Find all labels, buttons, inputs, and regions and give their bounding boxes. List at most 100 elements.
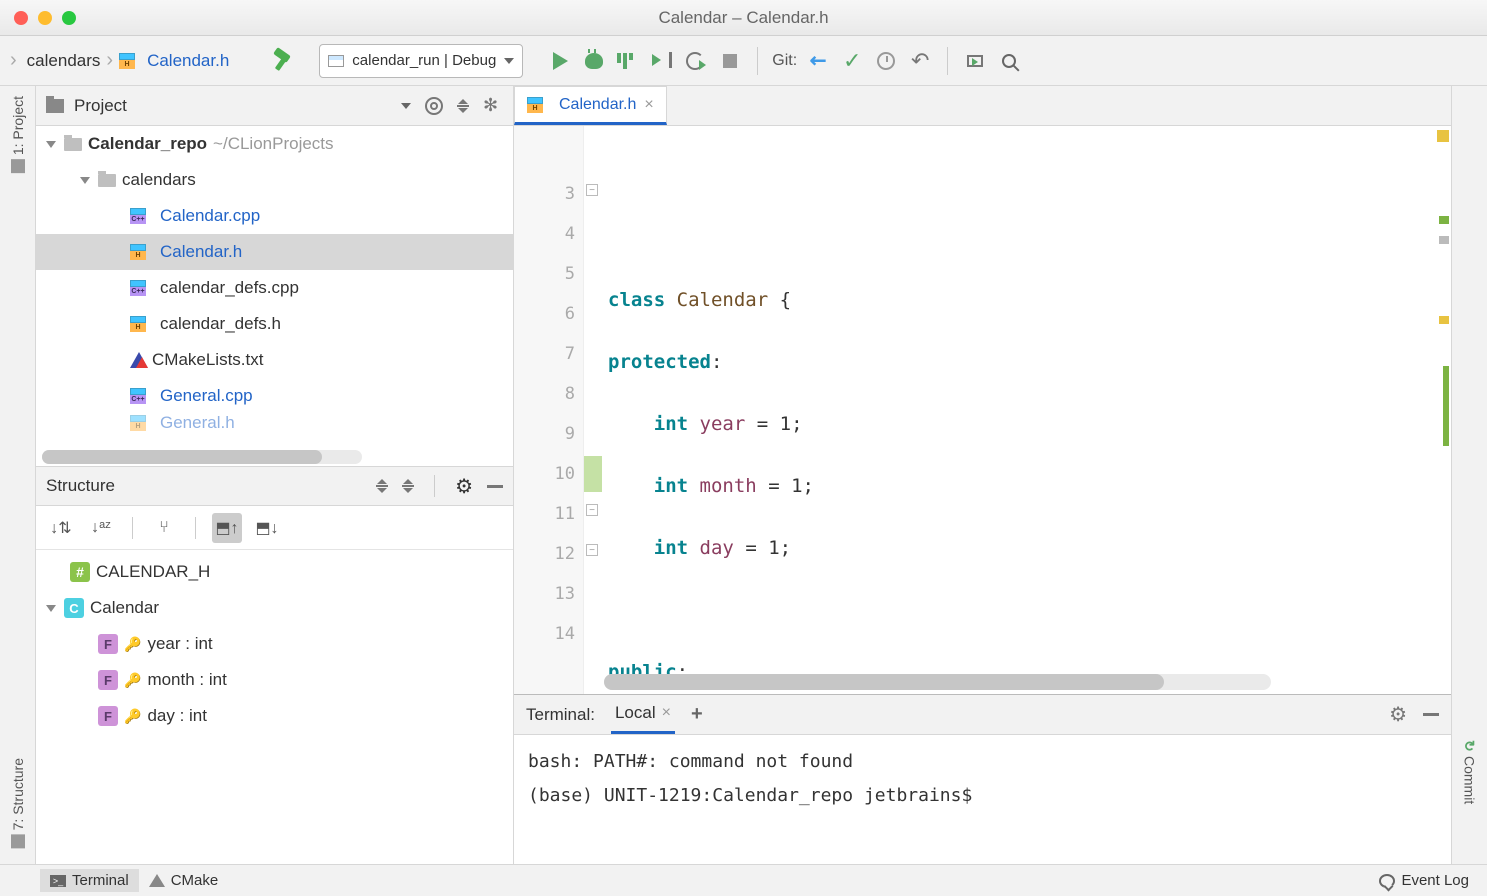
- tree-file[interactable]: H calendar_defs.h: [36, 306, 513, 342]
- terminal-tab[interactable]: Local ×: [611, 695, 675, 734]
- sort-by-visibility-button[interactable]: ↓⇅: [46, 513, 76, 543]
- play-icon: [553, 52, 568, 70]
- rail-structure-label: 7: Structure: [10, 758, 26, 830]
- structure-field[interactable]: F 🔑 day : int: [36, 698, 513, 734]
- structure-field[interactable]: F 🔑 year : int: [36, 626, 513, 662]
- status-cmake-tab[interactable]: CMake: [139, 869, 229, 892]
- tree-file[interactable]: C++ calendar_defs.cpp: [36, 270, 513, 306]
- structure-tool-button[interactable]: 7: Structure: [10, 758, 26, 848]
- breadcrumb-file[interactable]: Calendar.h: [147, 51, 229, 71]
- fold-toggle[interactable]: −: [586, 544, 598, 556]
- h-file-icon: H: [527, 97, 549, 113]
- expand-icon[interactable]: [80, 177, 90, 184]
- project-panel-title[interactable]: Project: [74, 96, 391, 116]
- terminal-icon: >_: [50, 875, 66, 887]
- window-title: Calendar – Calendar.h: [0, 8, 1487, 28]
- git-history-button[interactable]: [873, 48, 899, 74]
- tree-root[interactable]: Calendar_repo ~/CLionProjects: [36, 126, 513, 162]
- run-coverage-button[interactable]: [615, 48, 641, 74]
- run-with-button[interactable]: [683, 48, 709, 74]
- editor-tab[interactable]: H Calendar.h ×: [514, 86, 667, 125]
- select-opened-file-button[interactable]: [425, 97, 443, 115]
- stop-button[interactable]: [717, 48, 743, 74]
- status-bar: >_ Terminal CMake Event Log: [0, 864, 1487, 896]
- commit-tool-button[interactable]: ↻ Commit: [1462, 740, 1478, 804]
- event-log-button[interactable]: Event Log: [1379, 872, 1479, 889]
- hide-terminal-button[interactable]: [1423, 713, 1439, 716]
- editor-scrollbar[interactable]: [604, 674, 1271, 690]
- expand-icon[interactable]: [46, 605, 56, 612]
- code-content[interactable]: class Calendar { protected: int year = 1…: [608, 126, 1435, 694]
- fold-toggle[interactable]: −: [586, 184, 598, 196]
- warning-marker[interactable]: [1437, 130, 1449, 142]
- tree-file-selected[interactable]: H Calendar.h: [36, 234, 513, 270]
- terminal-output[interactable]: bash: PATH#: command not found (base) UN…: [514, 735, 1451, 864]
- show-inherited-button[interactable]: ⑂: [149, 513, 179, 543]
- autoscroll-from-icon: ⬒↓: [255, 518, 278, 538]
- tree-file[interactable]: C++ Calendar.cpp: [36, 198, 513, 234]
- git-update-button[interactable]: ↙: [805, 48, 831, 74]
- file-name: Calendar.h: [160, 242, 242, 262]
- search-everywhere-button[interactable]: [996, 48, 1022, 74]
- collapse-all-button[interactable]: [402, 479, 414, 493]
- breadcrumb-project[interactable]: calendars: [27, 51, 101, 71]
- tree-file[interactable]: C++ General.cpp: [36, 378, 513, 414]
- terminal-settings-icon[interactable]: ⚙: [1389, 702, 1407, 727]
- editor[interactable]: 3 4 5 6 7 8 9 10 11 12 13 14 − − − class…: [514, 126, 1451, 694]
- new-terminal-button[interactable]: +: [691, 703, 703, 726]
- status-terminal-tab[interactable]: >_ Terminal: [40, 869, 139, 892]
- sort-alpha-button[interactable]: ↓ᵃᶻ: [86, 513, 116, 543]
- scrollbar-thumb[interactable]: [42, 450, 322, 464]
- terminal-line: bash: PATH#: command not found: [528, 745, 1437, 779]
- profile-button[interactable]: [649, 48, 675, 74]
- marker[interactable]: [1439, 236, 1449, 244]
- breadcrumb[interactable]: calendars › H Calendar.h: [27, 49, 230, 72]
- warning-marker[interactable]: [1439, 316, 1449, 324]
- structure-title[interactable]: Structure: [46, 476, 362, 496]
- collapse-all-button[interactable]: [457, 99, 469, 113]
- hide-button[interactable]: [487, 485, 503, 488]
- main-toolbar: › calendars › H Calendar.h calendar_run …: [0, 36, 1487, 86]
- cmake-status-icon: [149, 874, 165, 887]
- settings-icon[interactable]: ⚙: [455, 474, 473, 499]
- terminal-header: Terminal: Local × + ⚙: [514, 695, 1451, 735]
- autoscroll-to-icon: ⬒↑: [215, 518, 238, 538]
- git-commit-button[interactable]: ✓: [839, 48, 865, 74]
- project-tree[interactable]: Calendar_repo ~/CLionProjects calendars …: [36, 126, 513, 466]
- settings-icon[interactable]: ✻: [483, 95, 503, 116]
- ok-marker[interactable]: [1443, 366, 1449, 446]
- structure-macro[interactable]: # CALENDAR_H: [36, 554, 513, 590]
- tree-file[interactable]: CMakeLists.txt: [36, 342, 513, 378]
- ok-marker[interactable]: [1439, 216, 1449, 224]
- close-tab-icon[interactable]: ×: [644, 96, 653, 114]
- run-button[interactable]: [547, 48, 573, 74]
- run-configuration-dropdown[interactable]: calendar_run | Debug: [319, 44, 523, 78]
- expand-all-button[interactable]: [376, 479, 388, 493]
- autoscroll-source-button[interactable]: ⬒↑: [212, 513, 242, 543]
- horizontal-scrollbar[interactable]: [42, 450, 362, 464]
- autoscroll-from-button[interactable]: ⬒↓: [252, 513, 282, 543]
- structure-tree[interactable]: # CALENDAR_H C Calendar F 🔑 year : int F…: [36, 550, 513, 864]
- git-rollback-button[interactable]: ↶: [907, 48, 933, 74]
- h-file-icon: H: [130, 415, 152, 431]
- debug-button[interactable]: [581, 48, 607, 74]
- project-tool-button[interactable]: 1: Project: [10, 96, 26, 173]
- file-name: calendar_defs.cpp: [160, 278, 299, 298]
- view-mode-dropdown[interactable]: [401, 103, 411, 109]
- tree-folder[interactable]: calendars: [36, 162, 513, 198]
- breadcrumb-chevron-icon: ›: [10, 49, 17, 72]
- file-name: calendar_defs.h: [160, 314, 281, 334]
- tree-file[interactable]: H General.h: [36, 414, 513, 432]
- scrollbar-thumb[interactable]: [604, 674, 1164, 690]
- build-button[interactable]: [269, 48, 295, 74]
- vcs-change-marker[interactable]: [584, 456, 602, 492]
- structure-class[interactable]: C Calendar: [36, 590, 513, 626]
- chevron-down-icon: [504, 58, 514, 64]
- close-terminal-tab-icon[interactable]: ×: [662, 704, 671, 722]
- error-stripe[interactable]: [1435, 126, 1451, 694]
- expand-icon[interactable]: [46, 141, 56, 148]
- coverage-icon: [617, 53, 639, 69]
- run-anything-button[interactable]: [962, 48, 988, 74]
- fold-toggle[interactable]: −: [586, 504, 598, 516]
- structure-field[interactable]: F 🔑 month : int: [36, 662, 513, 698]
